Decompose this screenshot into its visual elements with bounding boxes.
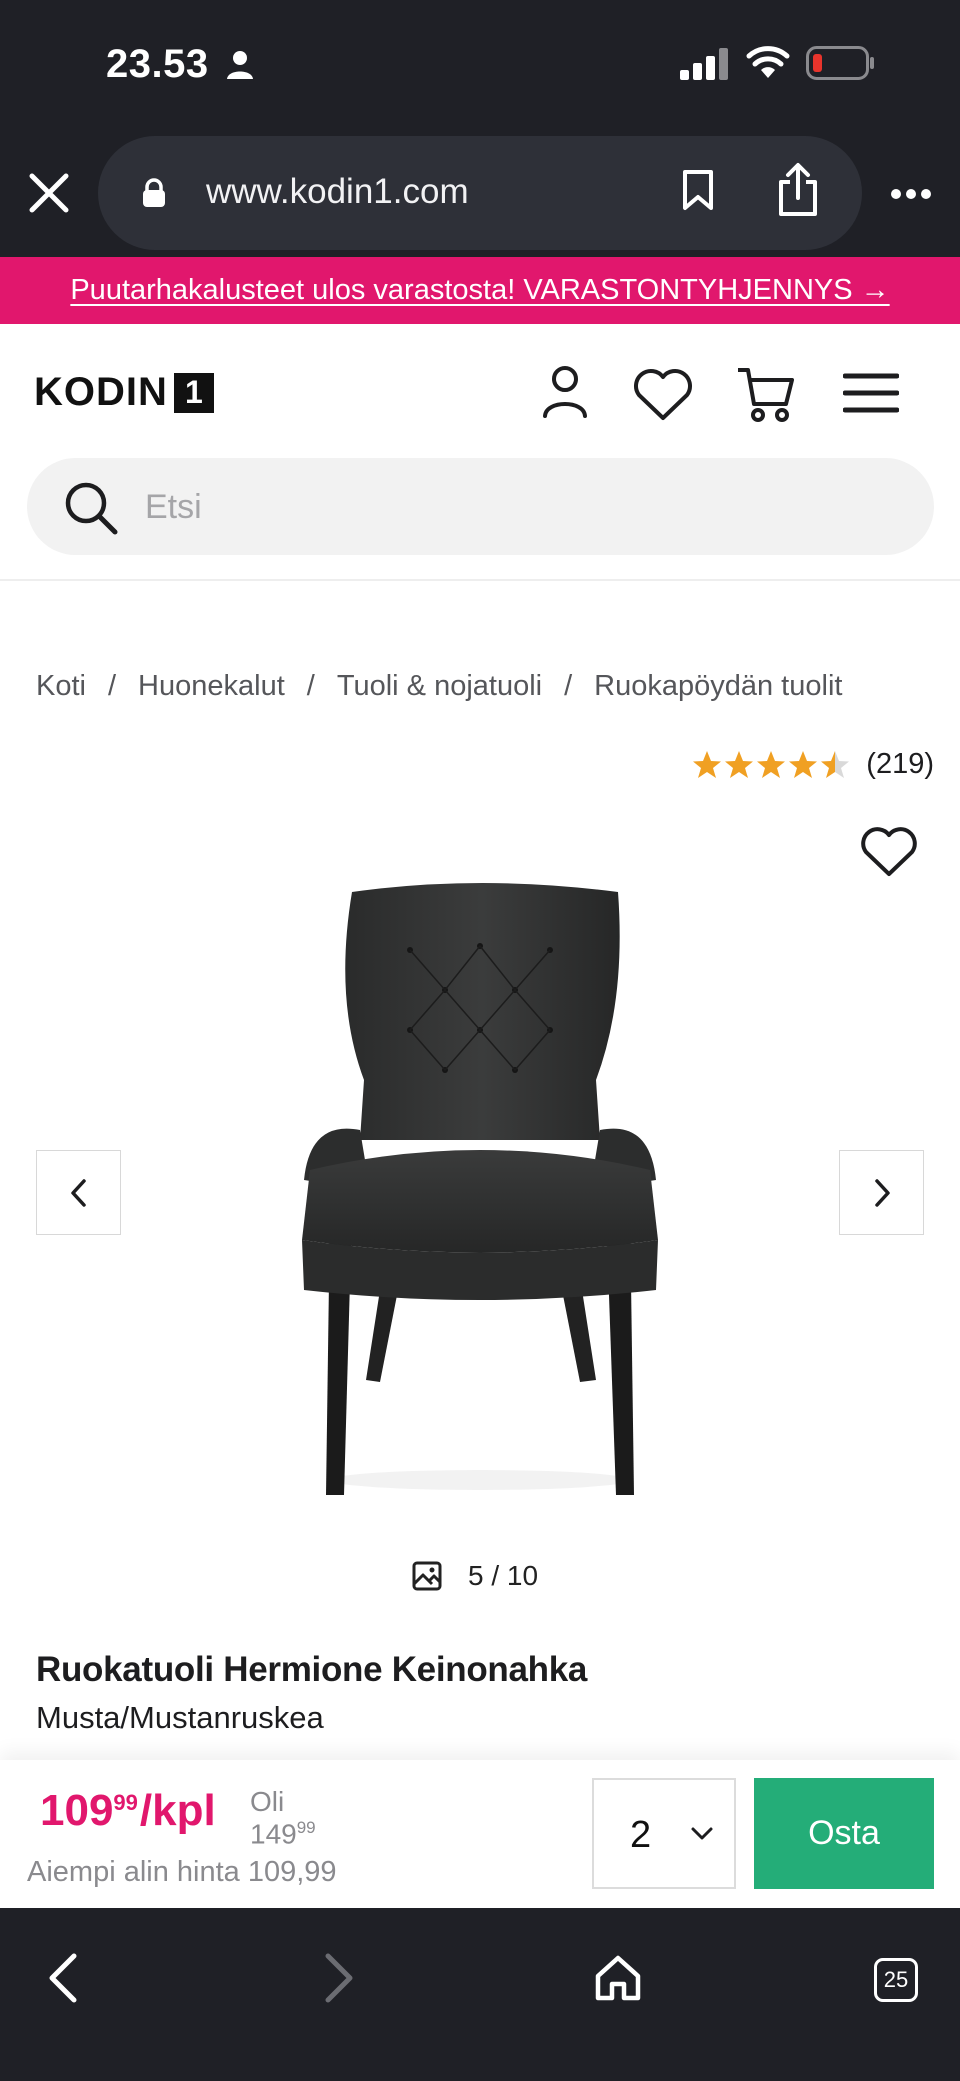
address-bar[interactable]: www.kodin1.com xyxy=(98,136,862,250)
home-icon[interactable] xyxy=(594,1954,642,2002)
back-icon[interactable] xyxy=(46,1952,78,2004)
rating-stars xyxy=(692,750,850,780)
previous-price-label: Oli xyxy=(250,1786,285,1817)
quantity-value: 2 xyxy=(630,1814,652,1856)
chevron-left-icon xyxy=(70,1178,86,1207)
product-title: Ruokatuoli Hermione Keinonahka xyxy=(36,1650,588,1689)
search-bar xyxy=(27,458,934,555)
breadcrumb-item-ruokapoydan-tuolit[interactable]: Ruokapöydän tuolit xyxy=(594,670,842,703)
browser-toolbar: www.kodin1.com xyxy=(0,130,960,257)
wishlist-icon[interactable] xyxy=(632,368,694,422)
star-icon xyxy=(693,750,722,778)
gallery-next-button[interactable] xyxy=(839,1150,924,1235)
chevron-right-icon xyxy=(874,1178,890,1207)
battery-icon xyxy=(806,46,874,80)
product-variant: Musta/Mustanruskea xyxy=(36,1700,324,1735)
star-icon xyxy=(789,750,818,778)
product-image[interactable] xyxy=(300,880,660,1500)
menu-icon[interactable] xyxy=(843,372,899,414)
share-icon[interactable] xyxy=(774,162,822,218)
wifi-icon xyxy=(746,46,790,78)
cart-icon[interactable] xyxy=(736,364,796,424)
price-cents: 99 xyxy=(113,1790,138,1815)
account-icon[interactable] xyxy=(540,364,590,420)
cellular-signal-icon xyxy=(680,48,728,80)
buy-button[interactable]: Osta xyxy=(754,1778,934,1889)
promo-link[interactable]: Puutarhakalusteet ulos varastosta! VARAS… xyxy=(70,274,889,307)
bookmark-icon[interactable] xyxy=(680,168,716,212)
price-unit: /kpl xyxy=(139,1786,216,1835)
gallery-counter: 5 / 10 xyxy=(412,1560,538,1592)
gallery-prev-button[interactable] xyxy=(36,1150,121,1235)
tabs-count-button[interactable]: 25 xyxy=(874,1958,918,2002)
lock-icon xyxy=(143,178,165,207)
breadcrumb: Koti / Huonekalut / Tuoli & nojatuoli / … xyxy=(36,670,842,703)
previous-price-cents: 99 xyxy=(296,1818,316,1837)
breadcrumb-item-koti[interactable]: Koti xyxy=(36,670,86,703)
star-icon xyxy=(821,750,850,778)
status-time: 23.53 xyxy=(106,42,209,86)
add-to-wishlist-icon[interactable] xyxy=(860,826,918,878)
previous-price: 14999 xyxy=(250,1818,316,1850)
status-bar: 23.53 xyxy=(0,0,960,130)
breadcrumb-separator: / xyxy=(564,670,573,702)
breadcrumb-separator: / xyxy=(107,670,117,702)
search-input[interactable] xyxy=(145,484,905,530)
product-rating[interactable]: (219) xyxy=(692,748,934,781)
current-price: 109 99/kpl xyxy=(40,1786,216,1836)
breadcrumb-separator: / xyxy=(306,670,315,702)
url-text: www.kodin1.com xyxy=(206,172,469,211)
rating-count: (219) xyxy=(866,748,934,780)
breadcrumb-item-huonekalut[interactable]: Huonekalut xyxy=(138,670,285,703)
site-header: KODIN 1 xyxy=(0,324,960,581)
gallery-counter-text: 5 / 10 xyxy=(468,1560,539,1591)
image-icon xyxy=(412,1561,442,1591)
more-options-icon[interactable] xyxy=(890,188,932,200)
close-icon[interactable] xyxy=(26,170,72,216)
quantity-select[interactable]: 2 xyxy=(592,1778,736,1889)
search-icon[interactable] xyxy=(63,480,119,536)
star-icon xyxy=(757,750,786,778)
browser-bottom-bar: 25 xyxy=(0,1908,960,2081)
lowest-price-note: Aiempi alin hinta 109,99 xyxy=(27,1856,337,1888)
price-main: 109 xyxy=(40,1786,114,1835)
forward-icon[interactable] xyxy=(324,1952,356,2004)
person-icon xyxy=(227,51,253,79)
logo-number: 1 xyxy=(173,372,214,413)
logo-text: KODIN xyxy=(34,370,168,414)
promo-banner: Puutarhakalusteet ulos varastosta! VARAS… xyxy=(0,257,960,324)
breadcrumb-item-tuoli[interactable]: Tuoli & nojatuoli xyxy=(337,670,542,703)
previous-price-main: 149 xyxy=(250,1818,297,1850)
site-logo[interactable]: KODIN 1 xyxy=(34,370,214,415)
star-icon xyxy=(725,750,754,778)
buy-bar: 109 99/kpl Oli 14999 Aiempi alin hinta 10… xyxy=(0,1760,960,1908)
chevron-down-icon xyxy=(691,1827,713,1840)
